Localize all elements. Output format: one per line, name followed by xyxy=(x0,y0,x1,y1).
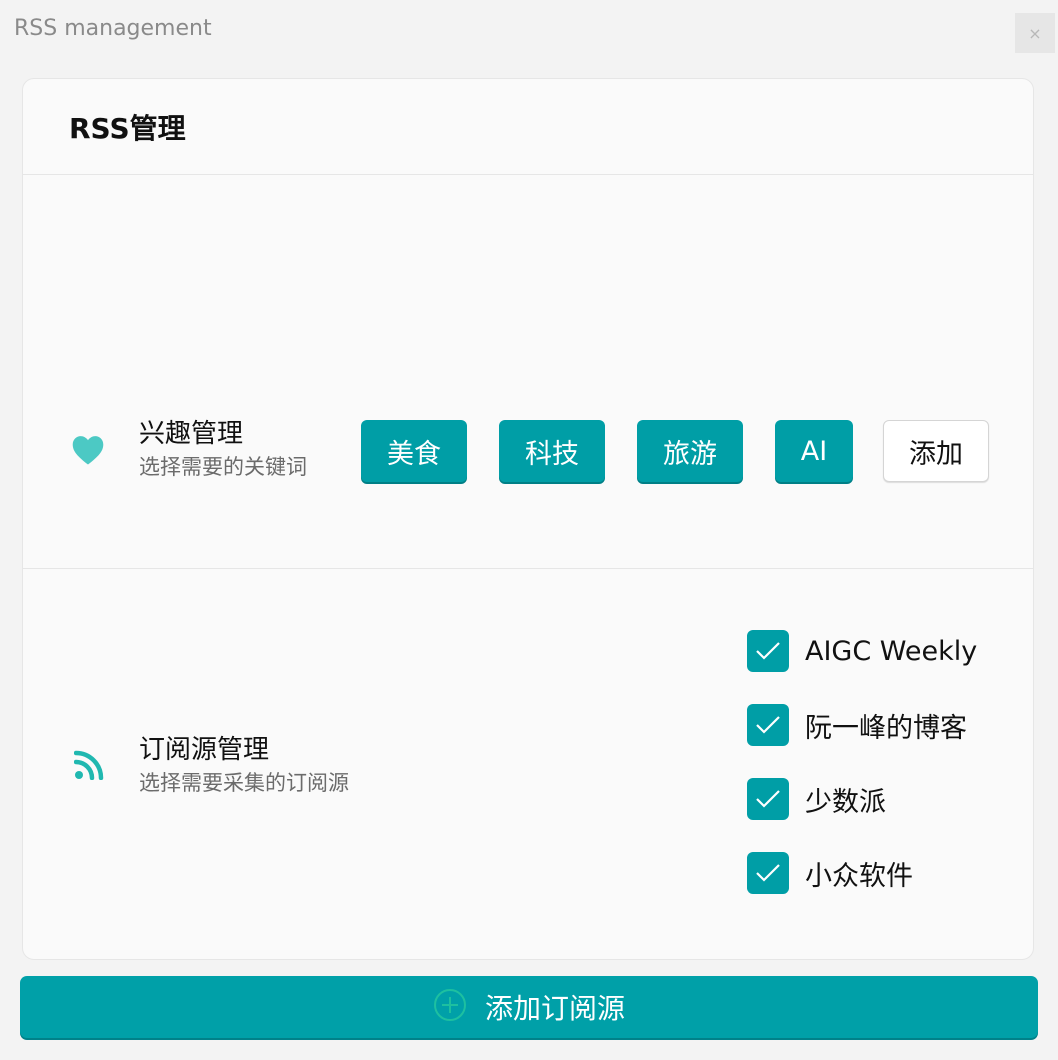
heart-icon xyxy=(70,434,106,470)
feed-label: 小众软件 xyxy=(805,860,913,892)
check-icon xyxy=(756,864,780,882)
feeds-text: 订阅源管理 选择需要采集的订阅源 xyxy=(139,733,349,797)
feeds-section: 订阅源管理 选择需要采集的订阅源 AIGC Weekly 阮一峰的博客 少数派 xyxy=(23,569,1033,959)
interest-text: 兴趣管理 选择需要的关键词 xyxy=(139,417,307,481)
window-title: RSS management xyxy=(14,16,212,41)
tag-button-tech[interactable]: 科技 xyxy=(499,420,605,482)
feed-checkbox[interactable] xyxy=(747,704,789,746)
add-tag-button[interactable]: 添加 xyxy=(883,420,989,482)
tag-button-travel[interactable]: 旅游 xyxy=(637,420,743,482)
feeds-subtitle: 选择需要采集的订阅源 xyxy=(139,771,349,795)
feed-checkbox[interactable] xyxy=(747,852,789,894)
title-bar: RSS management × xyxy=(0,0,1058,64)
check-icon xyxy=(756,642,780,660)
check-icon xyxy=(756,790,780,808)
plus-circle-icon xyxy=(433,988,467,1026)
add-feed-button[interactable]: 添加订阅源 xyxy=(20,976,1038,1038)
feed-checkbox[interactable] xyxy=(747,778,789,820)
feed-checkbox[interactable] xyxy=(747,630,789,672)
feed-label: AIGC Weekly xyxy=(805,635,978,667)
feed-item[interactable]: 少数派 xyxy=(747,777,886,821)
rss-card: RSS管理 兴趣管理 选择需要的关键词 美食 科技 旅游 AI 添加 订阅源管理… xyxy=(22,78,1034,960)
feeds-title: 订阅源管理 xyxy=(139,735,270,765)
interest-section: 兴趣管理 选择需要的关键词 美食 科技 旅游 AI 添加 xyxy=(23,175,1033,569)
interest-title: 兴趣管理 xyxy=(139,419,244,449)
close-icon: × xyxy=(1028,23,1042,43)
interest-subtitle: 选择需要的关键词 xyxy=(139,455,307,479)
card-header: RSS管理 xyxy=(23,79,1033,175)
rss-icon xyxy=(73,750,104,784)
feed-item[interactable]: 阮一峰的博客 xyxy=(747,703,967,747)
add-feed-label: 添加订阅源 xyxy=(484,992,625,1025)
close-button[interactable]: × xyxy=(1015,13,1055,53)
feed-label: 少数派 xyxy=(805,786,886,818)
feed-item[interactable]: 小众软件 xyxy=(747,851,913,895)
check-icon xyxy=(756,716,780,734)
page-title: RSS管理 xyxy=(69,112,186,145)
feed-label: 阮一峰的博客 xyxy=(805,712,967,744)
tag-button-food[interactable]: 美食 xyxy=(361,420,467,482)
feed-item[interactable]: AIGC Weekly xyxy=(747,629,977,673)
tag-button-ai[interactable]: AI xyxy=(775,420,853,482)
